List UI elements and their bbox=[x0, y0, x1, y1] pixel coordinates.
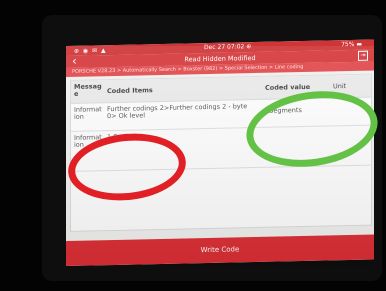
column-coded-value: Coded value bbox=[265, 82, 311, 92]
photo-scene: ⊕ ◉ ✉ ▲ Dec 27 07:02 ⊕ 75% ▬ ‹ Read Hidd… bbox=[0, 0, 386, 291]
status-time: Dec 27 07:02 ⊕ bbox=[204, 43, 252, 52]
battery-indicator: 75% ▬ bbox=[341, 40, 362, 49]
column-coded-items: Coded Items bbox=[107, 86, 153, 96]
exit-icon[interactable]: ⇥ bbox=[358, 50, 368, 61]
row-coded-item: Further codings 2>Further codings 2 - by… bbox=[107, 102, 248, 121]
column-message: Messag e bbox=[74, 82, 102, 98]
column-unit: Unit bbox=[333, 82, 347, 91]
status-icons: ⊕ ◉ ✉ ▲ bbox=[74, 47, 107, 55]
row-message: Informat ion bbox=[74, 105, 102, 121]
